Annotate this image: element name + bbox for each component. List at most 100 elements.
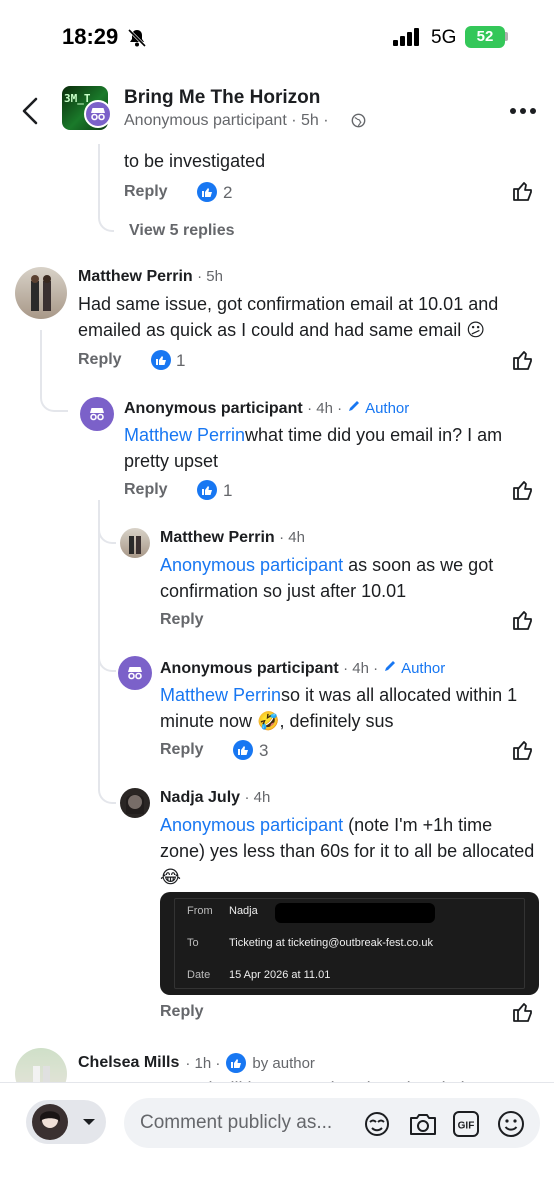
- comment-time: · 5h: [197, 268, 223, 285]
- profile-photo: [126, 794, 144, 814]
- email-date-label: Date: [187, 969, 211, 981]
- commenter-name[interactable]: Matthew Perrin: [78, 268, 193, 285]
- anonymous-avatar-badge: [84, 100, 112, 128]
- email-from-value: Nadja: [229, 905, 258, 917]
- thread-connector: [98, 512, 116, 544]
- reply-button[interactable]: Reply: [160, 611, 204, 629]
- profile-photo: [40, 1111, 60, 1128]
- mention-link[interactable]: Matthew Perrin: [124, 425, 245, 445]
- self-avatar[interactable]: [32, 1104, 68, 1140]
- bell-muted-icon: [127, 28, 147, 48]
- chevron-down-icon[interactable]: [82, 1118, 96, 1127]
- like-reaction-icon: [197, 480, 217, 500]
- mention-link[interactable]: Anonymous participant: [160, 815, 343, 835]
- email-frame: From Nadja To Ticketing at ticketing@out…: [174, 898, 525, 989]
- avatar[interactable]: [118, 656, 152, 690]
- comment-text: Matthew Perrinwhat time did you email in…: [124, 422, 538, 474]
- comment-text: Had same issue, got confirmation email a…: [78, 294, 499, 340]
- email-date-value: 15 Apr 2026 at 11.01: [229, 969, 331, 981]
- network-type: 5G: [431, 27, 457, 48]
- mention-link[interactable]: Matthew Perrin: [160, 685, 281, 705]
- thread-connector: [98, 196, 114, 232]
- like-reaction-icon: [233, 740, 253, 760]
- commenter-name[interactable]: Chelsea Mills: [78, 1054, 179, 1072]
- more-options-icon[interactable]: [510, 107, 536, 115]
- reply-button[interactable]: Reply: [124, 183, 168, 201]
- avatar[interactable]: [120, 528, 150, 558]
- thread-connector: [98, 770, 116, 804]
- commenter-name[interactable]: Nadja July: [160, 789, 240, 806]
- like-button-icon[interactable]: [512, 739, 534, 761]
- commenter-name[interactable]: Anonymous participant: [124, 400, 303, 417]
- like-button-icon[interactable]: [512, 180, 534, 202]
- author-badge: Author: [365, 400, 410, 417]
- group-title[interactable]: Bring Me The Horizon: [124, 87, 320, 109]
- view-replies-link[interactable]: View 5 replies: [129, 222, 235, 240]
- camera-icon[interactable]: [408, 1111, 438, 1137]
- comment-text: Anonymous participant as soon as we got …: [160, 552, 540, 604]
- reply-button[interactable]: Reply: [160, 1003, 204, 1021]
- commenter-name[interactable]: Anonymous participant: [160, 660, 339, 677]
- reply-button[interactable]: Reply: [160, 741, 204, 759]
- email-to-value: Ticketing at ticketing@outbreak-fest.co.…: [229, 937, 433, 949]
- battery-tip: [505, 32, 508, 41]
- thread-connector: [40, 372, 68, 412]
- gif-icon[interactable]: GIF: [452, 1110, 480, 1138]
- back-arrow-icon[interactable]: [18, 96, 44, 126]
- like-count[interactable]: 1: [176, 351, 185, 371]
- reply-button[interactable]: Reply: [124, 481, 168, 499]
- profile-photo: [31, 275, 51, 311]
- comment-header: Anonymous participant · 4h · Author: [124, 399, 409, 418]
- mention-link[interactable]: Anonymous participant: [160, 555, 343, 575]
- author-badge: Author: [401, 660, 446, 677]
- battery-indicator: 52: [465, 26, 505, 48]
- profile-photo: [129, 536, 141, 554]
- redaction-mark: [275, 903, 435, 923]
- pencil-icon: [384, 661, 395, 671]
- incognito-icon: [128, 667, 142, 680]
- like-reaction-icon: [151, 350, 171, 370]
- comment-text: Anonymous participant (note I'm +1h time…: [160, 812, 540, 890]
- like-count[interactable]: 1: [223, 481, 232, 501]
- reply-button[interactable]: Reply: [78, 351, 122, 369]
- pencil-icon: [348, 401, 359, 411]
- attached-email-screenshot[interactable]: From Nadja To Ticketing at ticketing@out…: [160, 892, 539, 995]
- comment-placeholder[interactable]: Comment publicly as...: [140, 1112, 332, 1134]
- liked-by-author-label: by author: [252, 1054, 315, 1072]
- email-to-label: To: [187, 937, 199, 949]
- like-button-icon[interactable]: [512, 609, 534, 631]
- like-reaction-icon: [226, 1053, 247, 1073]
- incognito-icon: [91, 108, 105, 121]
- globe-icon: [351, 113, 366, 128]
- like-count[interactable]: 2: [223, 183, 232, 203]
- like-button-icon[interactable]: [512, 1001, 534, 1023]
- svg-text:GIF: GIF: [458, 1121, 475, 1132]
- like-button-icon[interactable]: [512, 349, 534, 371]
- comment-time: · 4h ·: [343, 660, 379, 677]
- thread-connector: [98, 640, 116, 672]
- avatar-sticker-icon[interactable]: [363, 1110, 391, 1138]
- comment-header: Matthew Perrin · 5h: [78, 268, 223, 286]
- comment-time: · 1h ·: [185, 1054, 221, 1072]
- thread-line: [98, 500, 100, 770]
- like-reaction-icon: [197, 182, 217, 202]
- avatar[interactable]: [15, 267, 67, 319]
- comment-text: Matthew Perrinso it was all allocated wi…: [160, 682, 540, 734]
- status-time: 18:29: [62, 24, 119, 49]
- comment-header: Nadja July · 4h: [160, 789, 270, 807]
- signal-icon: [393, 28, 419, 46]
- avatar[interactable]: [120, 788, 150, 818]
- comment-time: · 4h ·: [307, 400, 343, 417]
- comment-time: · 4h: [279, 529, 305, 546]
- like-button-icon[interactable]: [512, 479, 534, 501]
- like-count[interactable]: 3: [259, 741, 268, 761]
- comment-header: Matthew Perrin · 4h: [160, 529, 305, 547]
- incognito-icon: [90, 408, 104, 421]
- emoji-icon[interactable]: [496, 1109, 526, 1139]
- comment-header: Anonymous participant · 4h · Author: [160, 659, 445, 678]
- email-from-label: From: [187, 905, 213, 917]
- commenter-name[interactable]: Matthew Perrin: [160, 529, 275, 546]
- avatar[interactable]: [80, 397, 114, 431]
- post-meta: Anonymous participant · 5h ·: [124, 112, 329, 129]
- comment-text: to be investigated: [124, 151, 266, 171]
